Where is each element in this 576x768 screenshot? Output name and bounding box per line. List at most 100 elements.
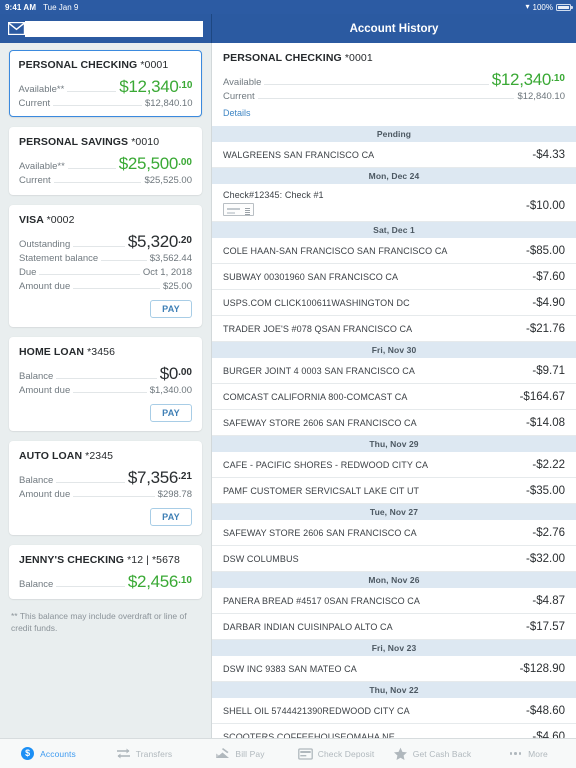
row-value: $12,340.10: [491, 70, 565, 89]
transaction-row[interactable]: BURGER JOINT 4 0003 SAN FRANCISCO CA -$9.…: [212, 358, 576, 384]
row-label: Current: [223, 91, 255, 102]
row-value: $2,456.10: [127, 572, 192, 591]
transaction-row[interactable]: DSW COLUMBUS -$32.00: [212, 546, 576, 572]
transaction-row[interactable]: DSW INC 9383 SAN MATEO CA -$128.90: [212, 656, 576, 682]
balance-row: Balance $7,356.21: [19, 469, 192, 486]
envelope-icon[interactable]: [8, 22, 25, 35]
row-label: Amount due: [19, 385, 71, 396]
transaction-row[interactable]: SUBWAY 00301960 SAN FRANCISCO CA -$7.60: [212, 264, 576, 290]
account-name: AUTO LOAN: [19, 450, 83, 462]
transaction-row[interactable]: PAMF CUSTOMER SERVICSALT LAKE CIT UT -$35…: [212, 478, 576, 504]
transaction-description: CAFE - PACIFIC SHORES - REDWOOD CITY CA: [223, 459, 429, 470]
accounts-panel[interactable]: PERSONAL CHECKING *0001 Available** $12,34…: [0, 43, 212, 738]
leader-dots: [101, 260, 147, 261]
details-link[interactable]: Details: [223, 108, 251, 118]
pay-button[interactable]: PAY: [150, 300, 192, 318]
transaction-row[interactable]: CAFE - PACIFIC SHORES - REDWOOD CITY CA -…: [212, 452, 576, 478]
pay-button[interactable]: PAY: [150, 404, 192, 422]
row-label: Current: [19, 175, 51, 186]
row-label: Balance: [19, 475, 54, 486]
account-card[interactable]: PERSONAL SAVINGS *0010 Available** $25,500…: [9, 127, 202, 195]
leader-dots: [56, 482, 125, 483]
account-card-title: HOME LOAN *3456: [19, 346, 192, 358]
tab-transfers[interactable]: Transfers: [96, 746, 192, 761]
leader-dots: [257, 98, 515, 99]
row-cents: .10: [551, 72, 565, 84]
row-label: Statement balance: [19, 253, 99, 264]
row-value: Oct 1, 2018: [142, 267, 192, 278]
transaction-row[interactable]: SCOOTERS COFFEEHOUSEOMAHA NE -$4.60: [212, 724, 576, 739]
transaction-row[interactable]: COMCAST CALIFORNIA 800-COMCAST CA -$164.6…: [212, 384, 576, 410]
transaction-row[interactable]: DARBAR INDIAN CUISINPALO ALTO CA -$17.57: [212, 614, 576, 640]
ellipsis-icon: [508, 746, 523, 761]
transaction-left: TRADER JOE'S #078 QSAN FRANCISCO CA: [223, 324, 412, 334]
tab-check-deposit[interactable]: Check Deposit: [288, 746, 384, 761]
transaction-row[interactable]: SHELL OIL 5744421390REDWOOD CITY CA -$48.…: [212, 698, 576, 724]
row-cents: .10: [178, 574, 192, 586]
logout-icon[interactable]: [25, 20, 203, 37]
transaction-date-header: Tue, Nov 27: [212, 504, 576, 520]
account-card[interactable]: JENNY'S CHECKING *12 | *5678 Balance $2,45…: [9, 545, 202, 599]
account-card[interactable]: HOME LOAN *3456 Balance $0.00 Amount due $1,…: [9, 337, 202, 431]
leader-dots: [53, 182, 142, 183]
transaction-list[interactable]: Pending WALGREENS SAN FRANCISCO CA -$4.33 M…: [212, 126, 576, 738]
account-card[interactable]: VISA *0002 Outstanding $5,320.20 Statement …: [9, 205, 202, 327]
transaction-description: BURGER JOINT 4 0003 SAN FRANCISCO CA: [223, 365, 415, 376]
transaction-left: SAFEWAY STORE 2606 SAN FRANCISCO CA: [223, 528, 417, 538]
transaction-amount: -$2.76: [532, 526, 565, 539]
account-name: HOME LOAN: [19, 346, 85, 358]
row-label: Available: [223, 77, 262, 88]
tab-get-cash-back[interactable]: Get Cash Back: [384, 746, 480, 761]
transaction-amount: -$14.08: [525, 416, 565, 429]
transaction-amount: -$48.60: [525, 704, 565, 717]
history-balance-rows: Available $12,340.10 Current $12,840.10: [223, 71, 565, 102]
account-history-panel[interactable]: PERSONAL CHECKING *0001 Available $12,340…: [212, 43, 576, 738]
account-card[interactable]: PERSONAL CHECKING *0001 Available** $12,34…: [9, 50, 202, 117]
balance-row: Balance $2,456.10: [19, 573, 192, 590]
transaction-row[interactable]: WALGREENS SAN FRANCISCO CA -$4.33: [212, 142, 576, 168]
main-split-view: PERSONAL CHECKING *0001 Available** $12,34…: [0, 43, 576, 738]
transaction-row[interactable]: SAFEWAY STORE 2606 SAN FRANCISCO CA -$2.7…: [212, 520, 576, 546]
history-account-mask: *0001: [344, 52, 373, 64]
row-cents: .00: [178, 366, 192, 378]
tab-more[interactable]: More: [480, 746, 576, 761]
transaction-amount: -$10.00: [525, 200, 565, 212]
row-value: $0.00: [159, 364, 192, 383]
balance-row: Amount due $298.78: [19, 489, 192, 500]
accounts-list: PERSONAL CHECKING *0001 Available** $12,34…: [9, 50, 202, 599]
pay-button-wrap: PAY: [19, 508, 192, 526]
transaction-row[interactable]: COLE HAAN-SAN FRANCISCO SAN FRANCISCO CA…: [212, 238, 576, 264]
row-value: $1,340.00: [149, 385, 192, 396]
row-label: Outstanding: [19, 239, 71, 250]
transaction-description: DSW COLUMBUS: [223, 553, 299, 564]
transaction-row[interactable]: PANERA BREAD #4517 0SAN FRANCISCO CA -$4.…: [212, 588, 576, 614]
status-right-group: ▾ 100%: [526, 3, 573, 12]
pay-button[interactable]: PAY: [150, 508, 192, 526]
balance-row: Available** $25,500.00: [19, 155, 192, 172]
account-card[interactable]: AUTO LOAN *2345 Balance $7,356.21 Amount du…: [9, 441, 202, 535]
row-value: $7,356.21: [127, 468, 192, 487]
transaction-description: SAFEWAY STORE 2606 SAN FRANCISCO CA: [223, 527, 417, 538]
banking-app: 9:41 AM Tue Jan 9 ▾ 100% Accounts Accoun…: [0, 0, 576, 768]
check-image-thumbnail[interactable]: [223, 203, 254, 216]
transaction-row[interactable]: SAFEWAY STORE 2606 SAN FRANCISCO CA -$14.…: [212, 410, 576, 436]
status-bar: 9:41 AM Tue Jan 9 ▾ 100%: [0, 0, 576, 14]
tab-accounts[interactable]: $ Accounts: [0, 746, 96, 761]
transaction-left: COLE HAAN-SAN FRANCISCO SAN FRANCISCO CA: [223, 246, 448, 256]
row-label: Available**: [19, 161, 65, 172]
row-value: $3,562.44: [149, 253, 192, 264]
transaction-description: USPS.COM CLICK100611WASHINGTON DC: [223, 297, 410, 308]
leader-dots: [56, 378, 157, 379]
tab-label: Accounts: [40, 748, 76, 759]
transaction-row[interactable]: USPS.COM CLICK100611WASHINGTON DC -$4.90: [212, 290, 576, 316]
tab-bill-pay[interactable]: Bill Pay: [192, 746, 288, 761]
check-card-icon: [297, 746, 313, 761]
transaction-amount: -$2.22: [532, 458, 565, 471]
tab-label: Transfers: [135, 748, 173, 759]
row-value: $12,340.10: [119, 76, 193, 96]
account-mask: *3456: [87, 346, 116, 358]
transaction-row[interactable]: TRADER JOE'S #078 QSAN FRANCISCO CA -$21.…: [212, 316, 576, 342]
history-navbar: Account History: [212, 14, 576, 43]
transaction-row[interactable]: Check#12345: Check #1 -$10.00: [212, 184, 576, 222]
transaction-amount: -$32.00: [525, 552, 565, 565]
